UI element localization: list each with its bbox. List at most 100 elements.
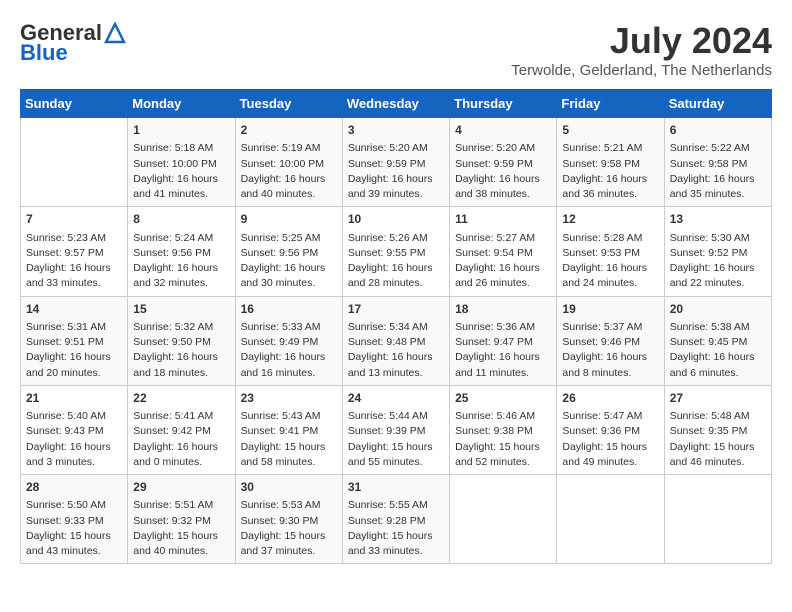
day-number: 13: [670, 211, 766, 228]
calendar-cell: 13 Sunrise: 5:30 AM Sunset: 9:52 PM Dayli…: [664, 207, 771, 296]
cell-content: Sunrise: 5:37 AM Sunset: 9:46 PM Dayligh…: [562, 320, 658, 381]
cell-content: Sunrise: 5:30 AM Sunset: 9:52 PM Dayligh…: [670, 231, 766, 292]
day-number: 29: [133, 479, 229, 496]
calendar-cell: 31 Sunrise: 5:55 AM Sunset: 9:28 PM Dayli…: [342, 475, 449, 564]
cell-content: Sunrise: 5:25 AM Sunset: 9:56 PM Dayligh…: [241, 231, 337, 292]
cell-content: Sunrise: 5:27 AM Sunset: 9:54 PM Dayligh…: [455, 231, 551, 292]
cell-content: Sunrise: 5:43 AM Sunset: 9:41 PM Dayligh…: [241, 409, 337, 470]
header-saturday: Saturday: [664, 90, 771, 118]
calendar-cell: [557, 475, 664, 564]
calendar-cell: 26Sunrise: 5:47 AM Sunset: 9:36 PM Dayli…: [557, 385, 664, 474]
calendar-cell: 12 Sunrise: 5:28 AM Sunset: 9:53 PM Dayli…: [557, 207, 664, 296]
calendar-cell: 1 Sunrise: 5:18 AM Sunset: 10:00 PM Dayli…: [128, 118, 235, 207]
location: Terwolde, Gelderland, The Netherlands: [511, 62, 772, 79]
calendar-cell: 6 Sunrise: 5:22 AM Sunset: 9:58 PM Daylig…: [664, 118, 771, 207]
day-number: 28: [26, 479, 122, 496]
calendar-cell: 19 Sunrise: 5:37 AM Sunset: 9:46 PM Dayli…: [557, 296, 664, 385]
logo-arrow-icon: [104, 22, 126, 44]
calendar-cell: 3 Sunrise: 5:20 AM Sunset: 9:59 PM Daylig…: [342, 118, 449, 207]
cell-content: Sunrise: 5:55 AM Sunset: 9:28 PM Dayligh…: [348, 498, 444, 559]
calendar-cell: 29Sunrise: 5:51 AM Sunset: 9:32 PM Dayli…: [128, 475, 235, 564]
day-number: 2: [241, 122, 337, 139]
calendar-cell: 22 Sunrise: 5:41 AM Sunset: 9:42 PM Dayli…: [128, 385, 235, 474]
cell-content: Sunrise: 5:47 AM Sunset: 9:36 PM Dayligh…: [562, 409, 658, 470]
calendar-cell: 18 Sunrise: 5:36 AM Sunset: 9:47 PM Dayli…: [450, 296, 557, 385]
day-number: 10: [348, 211, 444, 228]
cell-content: Sunrise: 5:40 AM Sunset: 9:43 PM Dayligh…: [26, 409, 122, 470]
cell-content: Sunrise: 5:46 AM Sunset: 9:38 PM Dayligh…: [455, 409, 551, 470]
cell-content: Sunrise: 5:19 AM Sunset: 10:00 PM Daylig…: [241, 141, 337, 202]
calendar-cell: 24 Sunrise: 5:44 AM Sunset: 9:39 PM Dayli…: [342, 385, 449, 474]
cell-content: Sunrise: 5:31 AM Sunset: 9:51 PM Dayligh…: [26, 320, 122, 381]
calendar-cell: 23Sunrise: 5:43 AM Sunset: 9:41 PM Dayli…: [235, 385, 342, 474]
calendar-cell: [664, 475, 771, 564]
cell-content: Sunrise: 5:28 AM Sunset: 9:53 PM Dayligh…: [562, 231, 658, 292]
day-number: 1: [133, 122, 229, 139]
cell-content: Sunrise: 5:33 AM Sunset: 9:49 PM Dayligh…: [241, 320, 337, 381]
day-number: 17: [348, 301, 444, 318]
day-number: 12: [562, 211, 658, 228]
day-number: 3: [348, 122, 444, 139]
header-thursday: Thursday: [450, 90, 557, 118]
month-title: July 2024: [511, 20, 772, 62]
day-number: 30: [241, 479, 337, 496]
calendar-cell: 21 Sunrise: 5:40 AM Sunset: 9:43 PM Dayli…: [21, 385, 128, 474]
calendar-week-row: 7 Sunrise: 5:23 AM Sunset: 9:57 PM Daylig…: [21, 207, 772, 296]
cell-content: Sunrise: 5:32 AM Sunset: 9:50 PM Dayligh…: [133, 320, 229, 381]
header-wednesday: Wednesday: [342, 90, 449, 118]
cell-content: Sunrise: 5:48 AM Sunset: 9:35 PM Dayligh…: [670, 409, 766, 470]
day-number: 25: [455, 390, 551, 407]
calendar-cell: 11 Sunrise: 5:27 AM Sunset: 9:54 PM Dayli…: [450, 207, 557, 296]
day-number: 16: [241, 301, 337, 318]
calendar-cell: 9Sunrise: 5:25 AM Sunset: 9:56 PM Daylig…: [235, 207, 342, 296]
calendar-cell: 27 Sunrise: 5:48 AM Sunset: 9:35 PM Dayli…: [664, 385, 771, 474]
day-number: 22: [133, 390, 229, 407]
logo-blue: Blue: [20, 40, 68, 66]
calendar-table: SundayMondayTuesdayWednesdayThursdayFrid…: [20, 89, 772, 564]
cell-content: Sunrise: 5:50 AM Sunset: 9:33 PM Dayligh…: [26, 498, 122, 559]
day-number: 8: [133, 211, 229, 228]
day-number: 5: [562, 122, 658, 139]
cell-content: Sunrise: 5:22 AM Sunset: 9:58 PM Dayligh…: [670, 141, 766, 202]
calendar-cell: 14Sunrise: 5:31 AM Sunset: 9:51 PM Dayli…: [21, 296, 128, 385]
day-number: 27: [670, 390, 766, 407]
day-number: 15: [133, 301, 229, 318]
cell-content: Sunrise: 5:24 AM Sunset: 9:56 PM Dayligh…: [133, 231, 229, 292]
day-number: 11: [455, 211, 551, 228]
calendar-cell: 20Sunrise: 5:38 AM Sunset: 9:45 PM Dayli…: [664, 296, 771, 385]
cell-content: Sunrise: 5:38 AM Sunset: 9:45 PM Dayligh…: [670, 320, 766, 381]
day-number: 19: [562, 301, 658, 318]
calendar-cell: 7 Sunrise: 5:23 AM Sunset: 9:57 PM Daylig…: [21, 207, 128, 296]
calendar-week-row: 14Sunrise: 5:31 AM Sunset: 9:51 PM Dayli…: [21, 296, 772, 385]
calendar-cell: 17 Sunrise: 5:34 AM Sunset: 9:48 PM Dayli…: [342, 296, 449, 385]
day-number: 31: [348, 479, 444, 496]
cell-content: Sunrise: 5:53 AM Sunset: 9:30 PM Dayligh…: [241, 498, 337, 559]
cell-content: Sunrise: 5:26 AM Sunset: 9:55 PM Dayligh…: [348, 231, 444, 292]
day-number: 21: [26, 390, 122, 407]
calendar-cell: 10 Sunrise: 5:26 AM Sunset: 9:55 PM Dayli…: [342, 207, 449, 296]
cell-content: Sunrise: 5:41 AM Sunset: 9:42 PM Dayligh…: [133, 409, 229, 470]
cell-content: Sunrise: 5:23 AM Sunset: 9:57 PM Dayligh…: [26, 231, 122, 292]
calendar-cell: 2 Sunrise: 5:19 AM Sunset: 10:00 PM Dayli…: [235, 118, 342, 207]
calendar-cell: 30 Sunrise: 5:53 AM Sunset: 9:30 PM Dayli…: [235, 475, 342, 564]
calendar-cell: 5Sunrise: 5:21 AM Sunset: 9:58 PM Daylig…: [557, 118, 664, 207]
day-number: 7: [26, 211, 122, 228]
cell-content: Sunrise: 5:20 AM Sunset: 9:59 PM Dayligh…: [348, 141, 444, 202]
day-number: 18: [455, 301, 551, 318]
header-monday: Monday: [128, 90, 235, 118]
calendar-cell: [21, 118, 128, 207]
calendar-cell: 28 Sunrise: 5:50 AM Sunset: 9:33 PM Dayli…: [21, 475, 128, 564]
logo: General Blue: [20, 20, 126, 66]
day-number: 24: [348, 390, 444, 407]
cell-content: Sunrise: 5:18 AM Sunset: 10:00 PM Daylig…: [133, 141, 229, 202]
cell-content: Sunrise: 5:44 AM Sunset: 9:39 PM Dayligh…: [348, 409, 444, 470]
title-block: July 2024 Terwolde, Gelderland, The Neth…: [511, 20, 772, 79]
page-header: General Blue July 2024 Terwolde, Gelderl…: [20, 20, 772, 79]
header-sunday: Sunday: [21, 90, 128, 118]
header-tuesday: Tuesday: [235, 90, 342, 118]
day-number: 6: [670, 122, 766, 139]
calendar-cell: 8 Sunrise: 5:24 AM Sunset: 9:56 PM Daylig…: [128, 207, 235, 296]
cell-content: Sunrise: 5:34 AM Sunset: 9:48 PM Dayligh…: [348, 320, 444, 381]
cell-content: Sunrise: 5:36 AM Sunset: 9:47 PM Dayligh…: [455, 320, 551, 381]
calendar-cell: [450, 475, 557, 564]
